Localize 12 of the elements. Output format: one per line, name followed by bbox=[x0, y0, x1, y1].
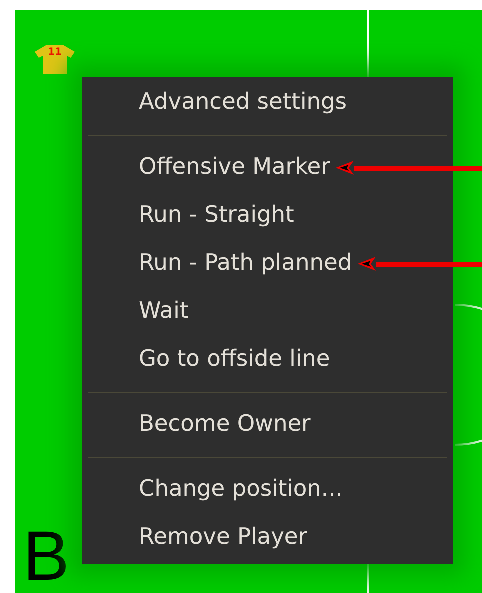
jersey-icon[interactable] bbox=[33, 43, 77, 75]
menu-item[interactable]: Offensive Marker bbox=[139, 151, 330, 185]
menu-item[interactable]: Run - Straight bbox=[139, 199, 294, 233]
menu-item[interactable]: Remove Player bbox=[139, 521, 308, 555]
panel-label: B bbox=[23, 521, 70, 591]
menu-item[interactable]: Run - Path planned bbox=[139, 247, 352, 281]
jersey-number: 11 bbox=[48, 48, 62, 58]
menu-item[interactable]: Advanced settings bbox=[139, 86, 348, 120]
menu-item[interactable]: Become Owner bbox=[139, 408, 311, 442]
menu-item[interactable]: Wait bbox=[139, 295, 189, 329]
menu-item[interactable]: Change position... bbox=[139, 473, 343, 507]
menu-item[interactable]: Go to offside line bbox=[139, 343, 330, 377]
